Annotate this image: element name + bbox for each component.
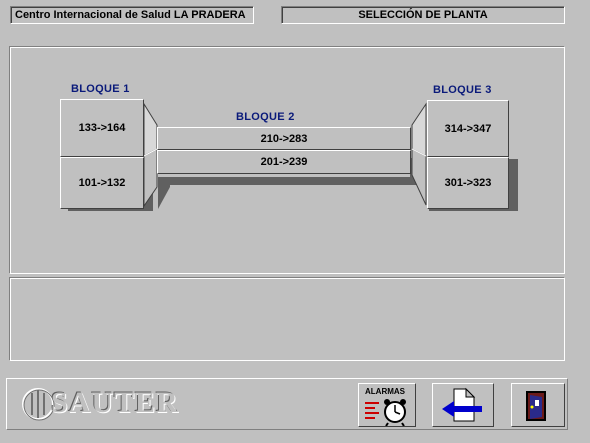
- bloque-1-lower-floors-button[interactable]: 101->132: [60, 157, 144, 209]
- bloque-1-title: BLOQUE 1: [71, 83, 130, 95]
- alarm-clock-icon: [365, 399, 406, 426]
- bottom-toolbar: SAUTER ALARMAS: [6, 378, 568, 430]
- site-title: Centro Internacional de Salud LA PRADERA: [10, 6, 254, 24]
- alarms-label: ALARMAS: [365, 387, 405, 396]
- bloque-3-lower-floors-button[interactable]: 301->323: [427, 157, 509, 209]
- bloque-2-title: BLOQUE 2: [236, 111, 295, 123]
- back-button[interactable]: [432, 383, 494, 427]
- bloque-2-upper-floors-button[interactable]: 210->283: [157, 127, 411, 150]
- floor-selection-panel: BLOQUE 1 BLOQUE 2 BLOQUE 3 133->164 101-…: [9, 46, 565, 274]
- exit-door-icon: [526, 391, 546, 421]
- bloque-3-title: BLOQUE 3: [433, 84, 492, 96]
- sauter-brand: SAUTER: [51, 386, 179, 419]
- bloque-1-upper-floors-button[interactable]: 133->164: [60, 99, 144, 157]
- back-arrow-icon: [442, 387, 482, 422]
- bloque-3-upper-floors-button[interactable]: 314->347: [427, 100, 509, 157]
- alarms-button[interactable]: ALARMAS: [358, 383, 416, 427]
- info-panel: [9, 277, 565, 361]
- exit-button[interactable]: [511, 383, 565, 427]
- screen-title: SELECCIÓN DE PLANTA: [281, 6, 565, 24]
- bloque-2-lower-floors-button[interactable]: 201->239: [157, 150, 411, 174]
